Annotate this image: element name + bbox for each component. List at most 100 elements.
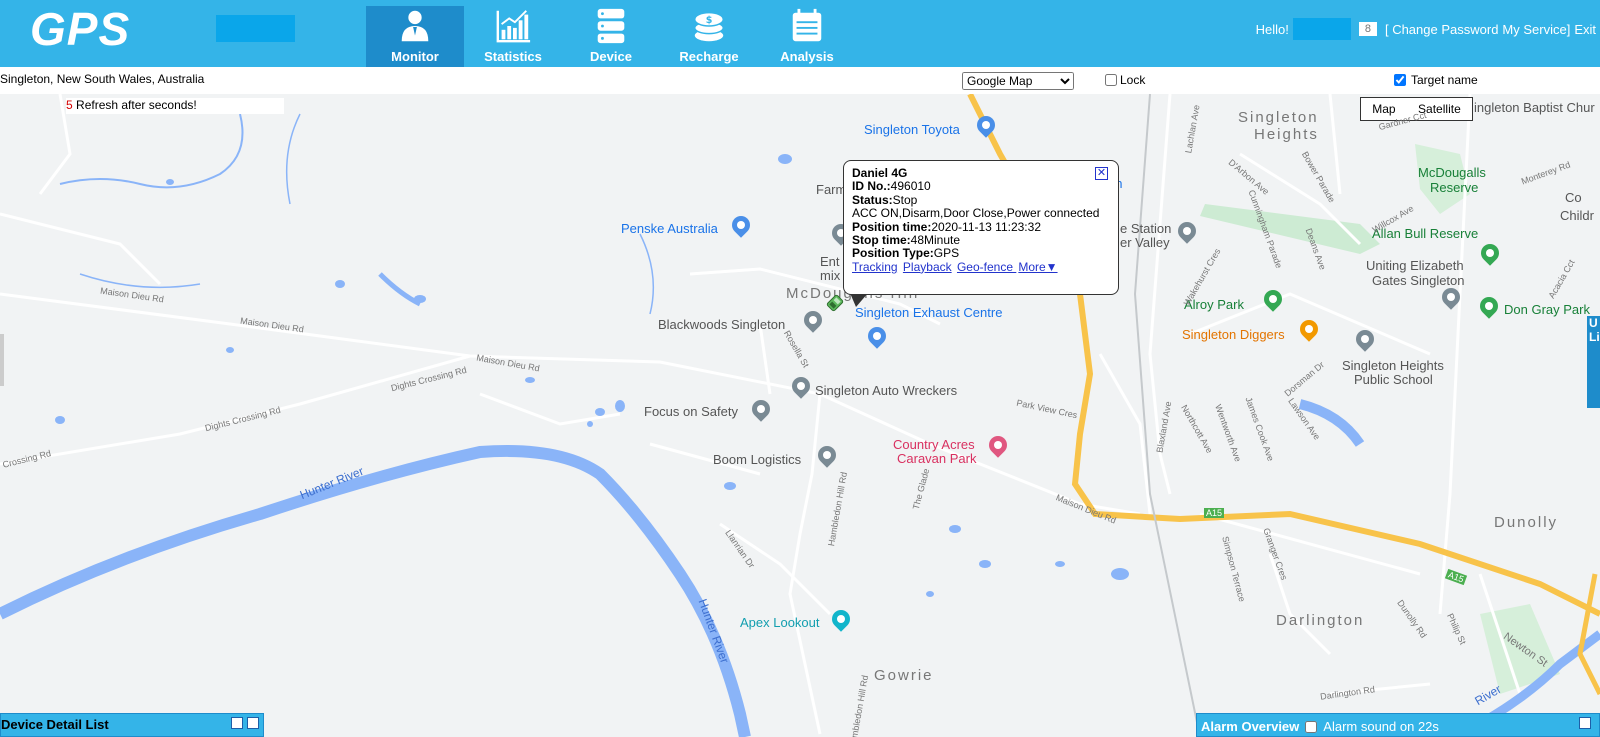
poi-country-acres-1[interactable]: Country Acres — [893, 437, 975, 452]
nav-statistics-label: Statistics — [484, 49, 542, 64]
poi-childr[interactable]: Childr — [1560, 208, 1594, 223]
poi-entmix-1[interactable]: Ent — [820, 254, 840, 269]
refresh-seconds: 5 — [66, 98, 73, 112]
poi-uniting-1[interactable]: Uniting Elizabeth — [1366, 258, 1464, 273]
position-type-value: GPS — [933, 246, 960, 261]
account-name-box — [216, 15, 295, 42]
calendar-icon — [792, 8, 822, 42]
device-detail-list-panel[interactable]: Device Detail List — [0, 713, 264, 737]
message-count-badge[interactable]: 8 — [1358, 22, 1377, 36]
lock-checkbox[interactable] — [1105, 74, 1117, 86]
server-icon — [597, 8, 625, 44]
more-link[interactable]: More▼ — [1018, 260, 1057, 274]
status-value: Stop — [892, 192, 918, 207]
alarm-sound-label: Alarm sound on 22s — [1323, 719, 1439, 734]
device-detail-list-title: Device Detail List — [1, 717, 109, 732]
minimize-icon[interactable] — [231, 717, 243, 729]
map-type-map-button[interactable]: Map — [1372, 102, 1395, 116]
alarm-overview-panel[interactable]: Alarm Overview Alarm sound on 22s — [1196, 713, 1600, 737]
current-address: Singleton, New South Wales, Australia — [0, 72, 205, 86]
poi-exhaust[interactable]: Singleton Exhaust Centre — [855, 305, 1002, 320]
popup-action-links: Tracking Playback Geo-fence More▼ — [852, 260, 1110, 274]
vehicle-marker-icon[interactable] — [824, 292, 846, 314]
playback-link[interactable]: Playback — [903, 260, 952, 274]
target-name-checkbox[interactable] — [1394, 74, 1406, 86]
stop-time-label: Stop time: — [852, 233, 911, 248]
status-details: ACC ON,Disarm,Door Close,Power connected — [852, 206, 1100, 221]
hello-text: Hello! — [1255, 21, 1289, 37]
poi-uniting-2[interactable]: Gates Singleton — [1372, 273, 1465, 288]
vehicle-name: Daniel 4G — [852, 166, 908, 180]
alarm-sound-checkbox[interactable] — [1305, 720, 1318, 733]
nav-recharge[interactable]: $ Recharge — [660, 6, 758, 67]
nav-analysis-label: Analysis — [780, 49, 834, 64]
bar-chart-icon — [496, 10, 531, 43]
top-header: GPS Monitor Statistics Device $ Recharge… — [0, 0, 1600, 67]
main-nav: Monitor Statistics Device $ Recharge Ana… — [366, 6, 856, 67]
highway-shield: A15 — [1204, 508, 1225, 518]
nav-monitor[interactable]: Monitor — [366, 6, 464, 67]
map-provider-select[interactable]: Google Map — [962, 72, 1074, 90]
poi-co[interactable]: Co — [1565, 190, 1582, 205]
popup-pointer — [850, 293, 868, 307]
area-gowrie: Gowrie — [874, 667, 934, 684]
poi-blackwoods[interactable]: Blackwoods Singleton — [658, 317, 785, 332]
lock-toggle[interactable]: Lock — [1105, 73, 1145, 87]
maximize-icon[interactable] — [247, 717, 259, 729]
nav-device-label: Device — [590, 49, 632, 64]
refresh-notice: 5 Refresh after seconds! — [66, 98, 284, 114]
poi-auto-wreckers[interactable]: Singleton Auto Wreckers — [815, 383, 957, 398]
poi-entmix-2[interactable]: mix — [820, 268, 840, 283]
area-singleton-heights-2: Heights — [1254, 126, 1319, 143]
target-name-toggle[interactable]: Target name — [1394, 73, 1478, 87]
app-logo: GPS — [30, 3, 131, 55]
poi-mcdougalls-reserve-2[interactable]: Reserve — [1430, 180, 1478, 195]
lock-label: Lock — [1120, 73, 1146, 87]
poi-diggers[interactable]: Singleton Diggers — [1182, 327, 1285, 342]
position-time-label: Position time: — [852, 219, 932, 234]
nav-monitor-label: Monitor — [391, 49, 439, 64]
left-panel-handle[interactable] — [0, 334, 4, 386]
poi-station-1[interactable]: e Station — [1120, 221, 1171, 236]
close-icon[interactable]: ✕ — [1095, 167, 1108, 180]
user-icon — [401, 10, 429, 42]
poi-focus-safety[interactable]: Focus on Safety — [644, 404, 738, 419]
refresh-text: Refresh after seconds! — [76, 98, 197, 112]
poi-heights-school-2[interactable]: Public School — [1354, 372, 1433, 387]
poi-mcdougalls-reserve-1[interactable]: McDougalls — [1418, 165, 1486, 180]
poi-allan-bull[interactable]: Allan Bull Reserve — [1372, 226, 1478, 241]
map-canvas[interactable]: 5 Refresh after seconds! Map Satellite S… — [0, 94, 1600, 737]
right-tab-text-2: Li — [1589, 330, 1600, 344]
nav-statistics[interactable]: Statistics — [464, 6, 562, 67]
poi-singleton-toyota[interactable]: Singleton Toyota — [864, 122, 960, 137]
exit-link[interactable]: Exit — [1574, 22, 1596, 37]
nav-analysis[interactable]: Analysis — [758, 6, 856, 67]
poi-baptist[interactable]: ingleton Baptist Chur — [1474, 100, 1595, 115]
right-tab-text-1: U — [1589, 316, 1598, 330]
poi-don-gray[interactable]: Don Gray Park — [1504, 302, 1590, 317]
stop-time-value: 48Minute — [910, 233, 961, 248]
right-panel-tab[interactable]: U Li — [1587, 316, 1600, 408]
poi-boom[interactable]: Boom Logistics — [713, 452, 801, 467]
poi-heights-school-1[interactable]: Singleton Heights — [1342, 358, 1444, 373]
poi-country-acres-2[interactable]: Caravan Park — [897, 451, 976, 466]
nav-recharge-label: Recharge — [679, 49, 739, 64]
poi-farm[interactable]: Farm — [816, 182, 846, 197]
poi-penske[interactable]: Penske Australia — [621, 221, 718, 236]
poi-apex-lookout[interactable]: Apex Lookout — [740, 615, 820, 630]
username-box — [1292, 18, 1351, 40]
alarm-overview-title: Alarm Overview — [1201, 719, 1300, 734]
area-singleton-heights-1: Singleton — [1238, 109, 1319, 126]
minimize-icon[interactable] — [1579, 717, 1591, 729]
id-label: ID No.: — [852, 179, 891, 194]
position-time-value: 2020-11-13 11:23:32 — [931, 219, 1041, 234]
change-password-link[interactable]: [ Change Password — [1385, 22, 1498, 37]
poi-station-2[interactable]: er Valley — [1120, 235, 1170, 250]
svg-text:$: $ — [706, 15, 713, 26]
geofence-link[interactable]: Geo-fence — [957, 260, 1016, 274]
nav-device[interactable]: Device — [562, 6, 660, 67]
area-dunolly: Dunolly — [1494, 514, 1559, 531]
id-value: 496010 — [890, 179, 931, 194]
my-service-link[interactable]: My Service] — [1502, 22, 1570, 37]
tracking-link[interactable]: Tracking — [852, 260, 898, 274]
